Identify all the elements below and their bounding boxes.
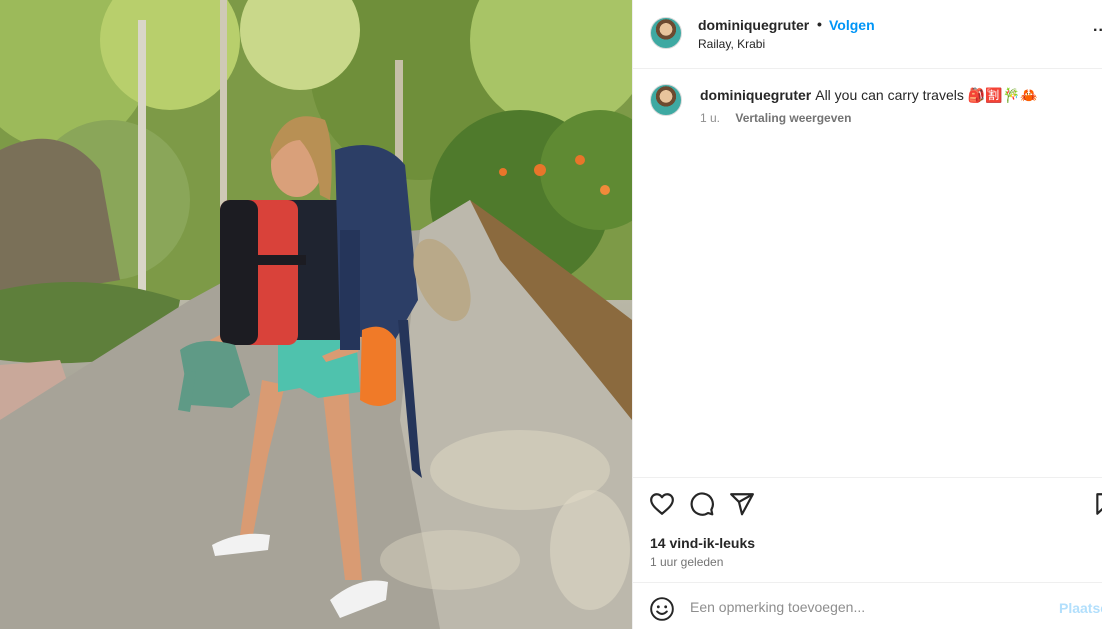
- caption-text: All you can carry travels 🎒🈹🎋🦀: [815, 87, 1038, 103]
- comment-input[interactable]: [690, 595, 1050, 619]
- comment-icon[interactable]: [689, 491, 715, 517]
- caption: dominiquegruter All you can carry travels…: [700, 87, 1037, 104]
- author-avatar[interactable]: [650, 17, 682, 49]
- heart-icon[interactable]: [649, 491, 675, 517]
- likes-count[interactable]: 14 vind-ik-leuks: [650, 535, 755, 551]
- post-header: dominiquegruter • Volgen Railay, Krabi .…: [633, 0, 1102, 69]
- post-details-panel: dominiquegruter • Volgen Railay, Krabi .…: [632, 0, 1102, 629]
- caption-time[interactable]: 1 u.: [700, 111, 720, 125]
- post-photo[interactable]: [0, 0, 632, 629]
- send-icon[interactable]: [729, 491, 755, 517]
- comment-box: Plaatsen: [633, 582, 1102, 629]
- caption-username[interactable]: dominiquegruter: [700, 87, 811, 103]
- post-timestamp[interactable]: 1 uur geleden: [650, 555, 723, 569]
- post-actions: 14 vind-ik-leuks 1 uur geleden: [633, 477, 1102, 582]
- post-location[interactable]: Railay, Krabi: [698, 37, 765, 51]
- caption-meta: 1 u. Vertaling weergeven: [700, 111, 851, 125]
- show-translation-button[interactable]: Vertaling weergeven: [735, 111, 851, 125]
- caption-avatar[interactable]: [650, 84, 682, 116]
- separator-dot: •: [817, 16, 822, 32]
- photo-illustration: [0, 0, 632, 629]
- smiley-icon[interactable]: [649, 596, 675, 622]
- bookmark-icon[interactable]: [1093, 491, 1102, 517]
- more-options-icon[interactable]: ...: [1093, 18, 1102, 36]
- follow-button[interactable]: Volgen: [829, 17, 875, 33]
- author-username[interactable]: dominiquegruter: [698, 17, 809, 33]
- post-comment-button[interactable]: Plaatsen: [1059, 600, 1102, 616]
